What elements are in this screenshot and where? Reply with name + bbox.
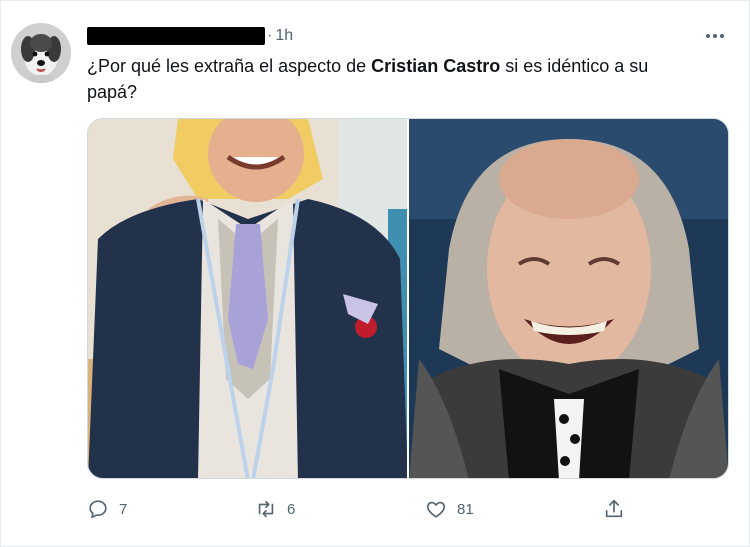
suit-man-image <box>88 119 407 478</box>
tweet-header: · 1h <box>87 25 293 47</box>
photo-right[interactable] <box>409 119 728 478</box>
like-count: 81 <box>457 500 474 518</box>
retweet-count: 6 <box>287 500 296 518</box>
reply-button[interactable]: 7 <box>87 495 127 523</box>
retweet-icon <box>258 500 274 518</box>
separator-dot: · <box>267 27 273 44</box>
avatar[interactable] <box>11 23 71 83</box>
tweet-actions: 7 6 81 <box>87 495 647 523</box>
redacted-username <box>87 27 265 45</box>
share-icon <box>605 499 623 518</box>
reply-icon <box>89 500 107 519</box>
tweet-text-bold: Cristian Castro <box>371 56 501 76</box>
tweet-text-before: ¿Por qué les extraña el aspecto de <box>87 56 372 76</box>
share-button[interactable] <box>603 495 625 523</box>
retweet-button[interactable]: 6 <box>255 495 295 523</box>
more-options-icon[interactable] <box>703 27 727 45</box>
tweet-text: ¿Por qué les extraña el aspecto de Crist… <box>87 53 687 105</box>
laughing-man-image <box>409 119 728 478</box>
photo-left[interactable] <box>88 119 407 478</box>
tweet-timestamp[interactable]: 1h <box>275 27 293 45</box>
heart-icon <box>426 501 446 518</box>
tweet-media <box>87 118 729 479</box>
reply-count: 7 <box>119 500 128 518</box>
like-button[interactable]: 81 <box>425 495 474 523</box>
tweet-card: · 1h ¿Por qué les extraña el aspecto de … <box>0 0 750 547</box>
dog-avatar-image <box>11 23 71 83</box>
